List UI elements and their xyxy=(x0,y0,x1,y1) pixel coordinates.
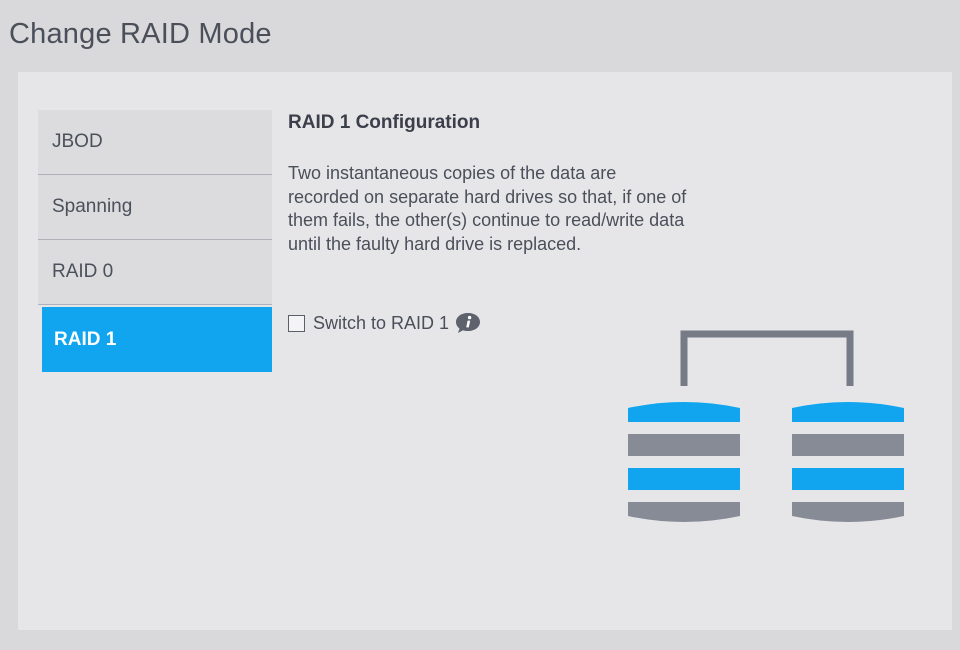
drive-stack-right xyxy=(792,402,904,522)
mode-item-raid0[interactable]: RAID 0 xyxy=(38,240,272,305)
raid-panel: JBOD Spanning RAID 0 RAID 1 RAID 1 Confi… xyxy=(18,72,952,630)
mode-item-raid1[interactable]: RAID 1 xyxy=(42,307,272,372)
raid-mode-list: JBOD Spanning RAID 0 RAID 1 xyxy=(38,110,272,372)
mode-item-label: RAID 1 xyxy=(54,328,117,350)
mode-item-label: RAID 0 xyxy=(52,261,114,282)
mode-item-label: JBOD xyxy=(52,131,103,152)
mode-item-label: Spanning xyxy=(52,196,133,217)
drive-stack-left xyxy=(628,402,740,522)
raid1-mirror-diagram xyxy=(624,324,914,534)
mirror-connector xyxy=(680,330,854,386)
mode-item-jbod[interactable]: JBOD xyxy=(38,110,272,175)
mode-item-spanning[interactable]: Spanning xyxy=(38,175,272,240)
switch-raid1-label[interactable]: Switch to RAID 1 xyxy=(313,313,449,334)
config-title: RAID 1 Configuration xyxy=(288,112,481,133)
page-title: Change RAID Mode xyxy=(9,18,272,50)
switch-raid1-checkbox[interactable] xyxy=(288,314,305,332)
info-icon[interactable] xyxy=(455,312,481,334)
switch-row: Switch to RAID 1 xyxy=(288,312,481,334)
config-description: Two instantaneous copies of the data are… xyxy=(288,163,687,254)
